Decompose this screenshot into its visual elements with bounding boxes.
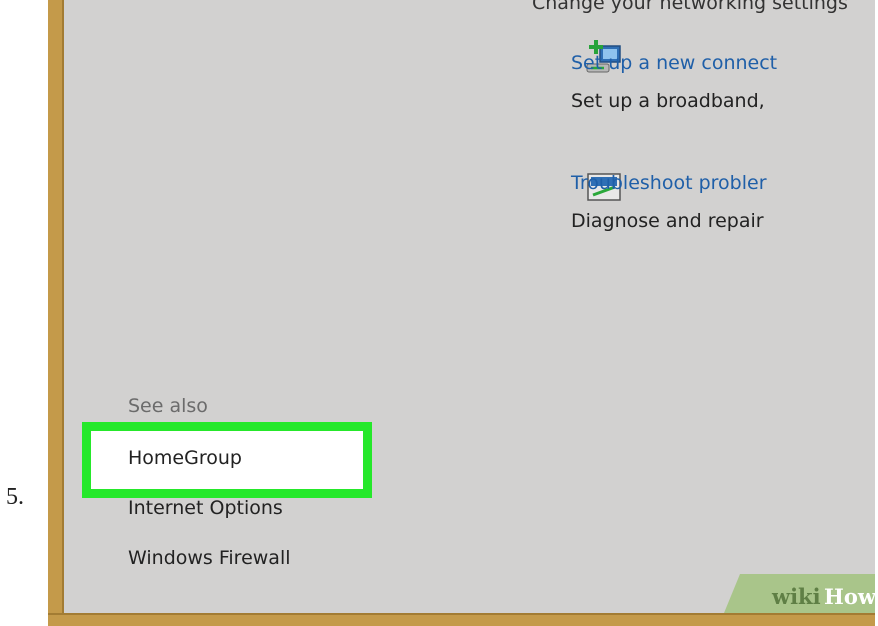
window-frame-bottom [48, 613, 875, 626]
setup-connection-desc: Set up a broadband, [571, 90, 765, 112]
task-troubleshoot: Troubleshoot probler Diagnose and repair [571, 172, 767, 232]
svg-text:How: How [824, 584, 875, 609]
see-also-label: See also [128, 395, 208, 417]
svg-text:wiki: wiki [771, 584, 821, 609]
window-frame-left [48, 0, 64, 626]
setup-connection-link[interactable]: Set up a new connect [571, 52, 777, 74]
step-number: 5. [6, 484, 24, 510]
section-heading: Change your networking settings [532, 0, 848, 14]
wikihow-watermark: wiki How [724, 574, 875, 613]
internet-options-link[interactable]: Internet Options [128, 497, 283, 519]
troubleshoot-link[interactable]: Troubleshoot probler [571, 172, 767, 194]
windows-firewall-link[interactable]: Windows Firewall [128, 547, 291, 569]
task-setup-connection: Set up a new connect Set up a broadband, [571, 52, 777, 112]
screenshot: Change your networking settings Set up a… [48, 0, 875, 626]
homegroup-link[interactable]: HomeGroup [128, 447, 242, 469]
troubleshoot-desc: Diagnose and repair [571, 210, 764, 232]
control-panel-content: Change your networking settings Set up a… [64, 0, 875, 613]
